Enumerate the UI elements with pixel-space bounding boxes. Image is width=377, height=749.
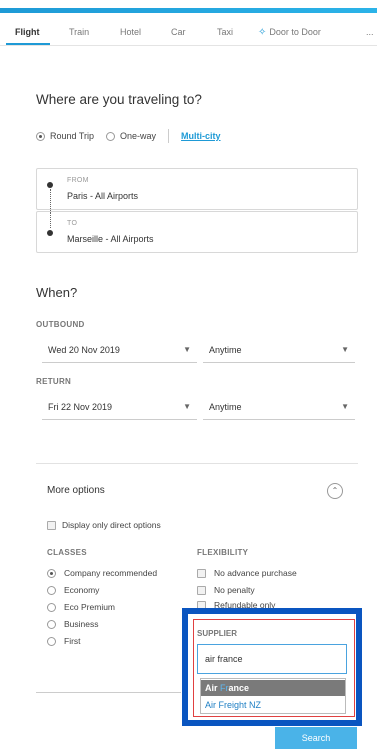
class-option-label: First [64,636,81,646]
class-radio[interactable] [47,568,56,578]
tabs-overflow[interactable]: ... [366,27,374,37]
tab-flight[interactable]: Flight [15,27,40,37]
round-trip-label[interactable]: Round Trip [50,131,94,141]
return-date-value: Fri 22 Nov 2019 [48,402,113,412]
direct-only-checkbox[interactable] [47,520,56,530]
one-way-label[interactable]: One-way [120,131,156,141]
chevron-down-icon: ▼ [341,345,349,354]
tab-taxi[interactable]: Taxi [217,27,233,37]
transport-tabs: Flight Train Hotel Car Taxi ✧ Door to Doo… [0,20,377,46]
return-label: RETURN [36,377,72,386]
class-option-label: Eco Premium [64,602,116,612]
tab-car[interactable]: Car [171,27,186,37]
class-option[interactable]: Eco Premium [47,602,115,612]
chevron-down-icon: ▼ [183,402,191,411]
origin-dot-icon [47,182,53,188]
flexibility-checkbox[interactable] [197,568,206,578]
class-option[interactable]: Business [47,619,99,629]
return-time-value: Anytime [209,402,242,412]
chevron-down-icon: ▼ [183,345,191,354]
class-option-label: Business [64,619,99,629]
class-option[interactable]: First [47,636,81,646]
class-option-label: Economy [64,585,100,595]
tab-train[interactable]: Train [69,27,89,37]
flexibility-checkbox[interactable] [197,585,206,595]
class-option-label: Company recommended [64,568,158,578]
bottom-divider [36,692,181,693]
flexibility-label: FLEXIBILITY [197,548,249,557]
outbound-date-select[interactable]: Wed 20 Nov 2019 ▼ [42,339,197,363]
chevron-down-icon: ▼ [341,402,349,411]
direct-only-label: Display only direct options [62,520,161,530]
multi-city-link[interactable]: Multi-city [181,131,221,141]
class-radio[interactable] [47,602,56,612]
round-trip-radio[interactable] [36,131,45,141]
more-options-title[interactable]: More options [47,485,105,496]
when-heading: When? [36,285,78,300]
flexibility-option-label: No advance purchase [214,568,297,578]
tab-door-to-door[interactable]: ✧ Door to Door [258,27,321,38]
options-divider [36,463,358,464]
route-line [49,189,51,211]
travel-heading: Where are you traveling to? [36,92,202,107]
collapse-options-button[interactable]: ⌃ [327,483,343,499]
flexibility-option[interactable]: No penalty [197,585,255,595]
active-tab-indicator [6,43,50,45]
direct-only-option[interactable]: Display only direct options [47,520,161,530]
flexibility-option-label: No penalty [214,585,255,595]
one-way-radio[interactable] [106,131,116,141]
chevron-up-icon: ⌃ [331,486,339,495]
class-radio[interactable] [47,585,56,595]
class-radio[interactable] [47,619,56,629]
outbound-label: OUTBOUND [36,320,85,329]
to-field[interactable]: TO Marseille - All Airports [36,211,358,253]
return-time-select[interactable]: Anytime ▼ [203,396,355,420]
classes-label: CLASSES [47,548,87,557]
class-option[interactable]: Company recommended [47,568,157,578]
sparkle-icon: ✧ [258,27,267,38]
from-value[interactable]: Paris - All Airports [67,191,138,201]
trip-type-selector: Round Trip One-way Multi-city [36,129,221,143]
return-date-select[interactable]: Fri 22 Nov 2019 ▼ [42,396,197,420]
outbound-date-value: Wed 20 Nov 2019 [48,345,120,355]
flexibility-option[interactable]: No advance purchase [197,568,297,578]
class-option[interactable]: Economy [47,585,99,595]
tab-hotel[interactable]: Hotel [120,27,141,37]
route-line [49,212,51,228]
destination-dot-icon [47,230,53,236]
to-label: TO [67,220,78,227]
focus-highlight [182,608,362,726]
outbound-time-select[interactable]: Anytime ▼ [203,339,355,363]
tab-door-to-door-label: Door to Door [269,27,321,37]
class-radio[interactable] [47,636,56,646]
to-value[interactable]: Marseille - All Airports [67,234,154,244]
search-button[interactable]: Search [275,727,357,749]
from-label: FROM [67,177,89,184]
brand-top-bar [0,8,377,13]
from-field[interactable]: FROM Paris - All Airports [36,168,358,211]
divider [168,129,170,143]
outbound-time-value: Anytime [209,345,242,355]
